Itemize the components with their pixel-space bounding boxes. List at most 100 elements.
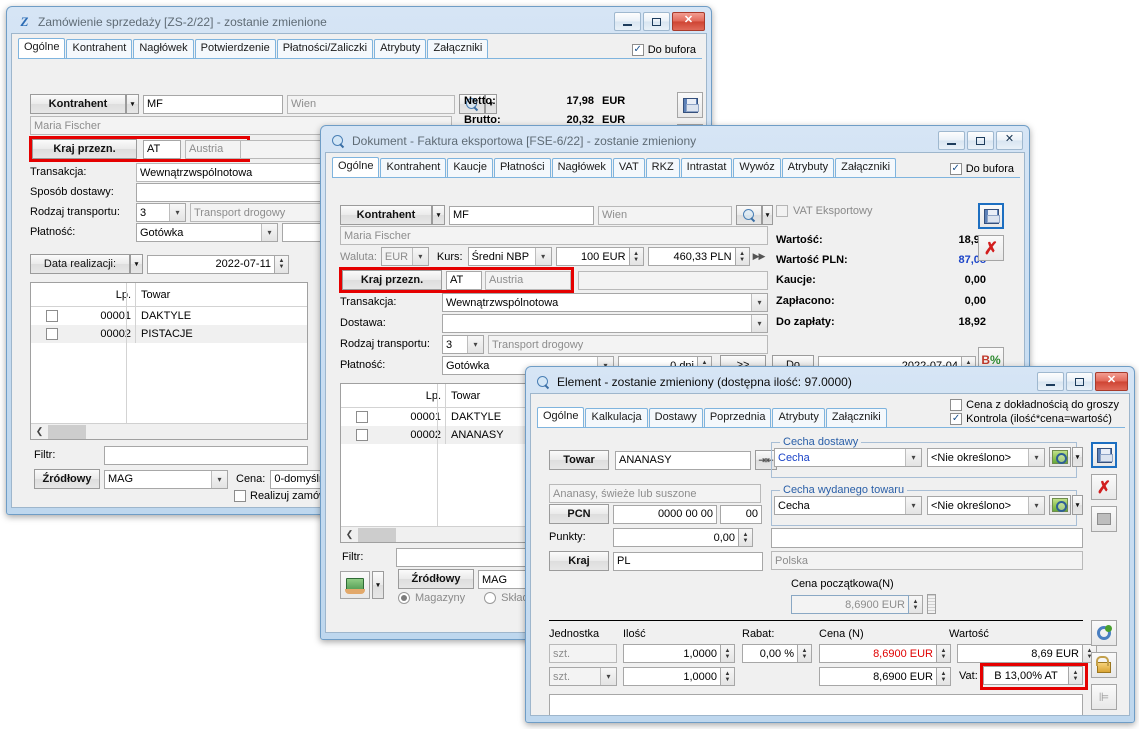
- kraj-przezn-button-w2[interactable]: Kraj przezn.: [342, 270, 442, 290]
- minimize-button[interactable]: [1037, 372, 1064, 391]
- cena-poczatkowa-input[interactable]: 8,6900 EUR: [791, 595, 909, 614]
- cena-input-2[interactable]: 8,6900 EUR: [819, 667, 937, 686]
- vat-eksportowy-checkbox[interactable]: VAT Eksportowy: [776, 205, 872, 217]
- tab-ogolne[interactable]: Ogólne: [537, 407, 585, 427]
- maximize-button[interactable]: [1066, 372, 1093, 391]
- prices-button[interactable]: [340, 571, 370, 599]
- cena-input-1[interactable]: 8,6900 EUR: [819, 644, 937, 663]
- cecha-wydanego-value-select[interactable]: <Nie określono> ▾: [927, 496, 1045, 515]
- tab-wywoz[interactable]: Wywóz: [733, 158, 781, 177]
- kontrahent-button[interactable]: Kontrahent: [30, 94, 126, 114]
- minimize-button[interactable]: [614, 12, 641, 31]
- prices-dropdown-button[interactable]: ▾: [372, 571, 384, 599]
- kraj-name-input-w3[interactable]: Polska: [771, 551, 1083, 570]
- waluta-select[interactable]: EUR ▾: [380, 247, 429, 266]
- minimize-button[interactable]: [938, 131, 965, 150]
- close-button[interactable]: ✕: [1095, 372, 1128, 391]
- kontrahent-search-button-w2[interactable]: [736, 205, 762, 225]
- scroll-left-icon[interactable]: ❮: [341, 529, 358, 540]
- precision-options[interactable]: Cena z dokładnością do groszy ✓ Kontrola…: [950, 398, 1125, 427]
- close-button[interactable]: ✕: [672, 12, 705, 31]
- kurs-amount-spinner[interactable]: ▲ ▼: [629, 247, 644, 266]
- ilosc-input-1[interactable]: 1,0000: [623, 644, 721, 663]
- kraj-przezn-code-input-w2[interactable]: AT: [446, 270, 482, 290]
- sklady-radio-icon[interactable]: [484, 592, 497, 604]
- kontrahent-dropdown-button[interactable]: ▾: [126, 94, 139, 114]
- kontrahent-city-input-w2[interactable]: Wien: [598, 205, 732, 225]
- kontrahent-code-input-w2[interactable]: MF: [449, 205, 594, 225]
- cena-groszy-checkbox[interactable]: Cena z dokładnością do groszy: [950, 398, 1119, 412]
- kraj-przezn-name-input-w2[interactable]: Austria: [485, 270, 571, 290]
- dostawa-select-w2[interactable]: ▾: [442, 314, 768, 333]
- row-checkbox[interactable]: [356, 429, 368, 441]
- grip-handle[interactable]: [927, 594, 936, 614]
- tab-naglowek[interactable]: Nagłówek: [133, 39, 194, 58]
- transakcja-select-w2[interactable]: Wewnątrzwspólnotowa ▾: [442, 293, 768, 312]
- save-button-w2[interactable]: [978, 203, 1004, 229]
- cecha-dostawy-name-select[interactable]: Cecha ▾: [774, 448, 922, 467]
- tab-dostawy[interactable]: Dostawy: [648, 408, 703, 427]
- window2-toolbar[interactable]: ✗ B%: [978, 203, 1004, 373]
- rodzaj-transportu-code[interactable]: 3 ▾: [136, 203, 186, 222]
- kurs-type-select[interactable]: Średni NBP ▾: [467, 247, 552, 266]
- window1-tabs[interactable]: Ogólne Kontrahent Nagłówek Potwierdzenie…: [12, 34, 706, 58]
- pcn-button[interactable]: PCN: [549, 504, 609, 524]
- maximize-button[interactable]: [967, 131, 994, 150]
- save-button-w1[interactable]: [677, 92, 703, 118]
- notes-input[interactable]: [771, 528, 1083, 548]
- punkty-spinner[interactable]: ▲ ▼: [739, 528, 753, 547]
- table-row[interactable]: 00002 PISTACJE: [31, 325, 307, 343]
- history-button-w3[interactable]: [1091, 506, 1117, 532]
- tab-ogolne[interactable]: Ogólne: [332, 157, 380, 177]
- tab-potwierdzenie[interactable]: Potwierdzenie: [194, 39, 276, 58]
- kraj-przezn-extra-input-w2[interactable]: [578, 271, 768, 290]
- cecha-dostawy-search-button[interactable]: [1049, 447, 1071, 467]
- tab-ogolne[interactable]: Ogólne: [18, 38, 66, 58]
- cena-poczatkowa-spinner[interactable]: ▲ ▼: [909, 595, 923, 614]
- jednostka-select-2[interactable]: szt. ▾: [549, 667, 617, 686]
- kraj-przezn-name-input[interactable]: Austria: [185, 139, 247, 159]
- data-realizacji-button[interactable]: Data realizacji:: [30, 254, 130, 274]
- window-element[interactable]: Element - zostanie zmieniony (dostępna i…: [525, 366, 1135, 723]
- data-realizacji-value[interactable]: 2022-07-11: [147, 254, 275, 274]
- cancel-button-w2[interactable]: ✗: [978, 235, 1004, 261]
- cancel-button-w3[interactable]: ✗: [1091, 474, 1117, 500]
- rabat-input[interactable]: 0,00 %: [742, 644, 798, 663]
- zrodlowy-button-w2[interactable]: Źródłowy: [398, 569, 474, 589]
- window3-toolbar[interactable]: ✗ ⊫: [1091, 442, 1117, 710]
- fast-forward-icon[interactable]: ▶▶: [753, 251, 766, 262]
- kraj-przezn-code-input[interactable]: AT: [143, 139, 181, 159]
- punkty-input[interactable]: 0,00: [613, 528, 739, 547]
- window3-titlebar[interactable]: Element - zostanie zmieniony (dostępna i…: [530, 371, 1130, 393]
- kurs-amount-input[interactable]: 100 EUR: [555, 247, 630, 266]
- bottom-blank-field[interactable]: [549, 694, 1083, 715]
- grid-hscrollbar-w1[interactable]: ❮: [31, 423, 307, 439]
- cecha-wydanego-options-button[interactable]: ▾: [1072, 495, 1083, 515]
- wartosc-input[interactable]: 8,69 EUR: [957, 644, 1083, 663]
- filtr-input-w1[interactable]: [104, 446, 308, 465]
- cena-spinner-2[interactable]: ▲ ▼: [937, 667, 951, 686]
- kraj-button-w3[interactable]: Kraj: [549, 551, 609, 571]
- scrollbar-thumb[interactable]: [358, 527, 396, 542]
- rodzaj-transportu-name-w2[interactable]: Transport drogowy: [488, 335, 768, 354]
- cecha-wydanego-search-button[interactable]: [1049, 495, 1071, 515]
- tab-zalaczniki[interactable]: Załączniki: [825, 408, 887, 427]
- cecha-dostawy-value-select[interactable]: <Nie określono> ▾: [927, 448, 1045, 467]
- window1-controls[interactable]: ✕: [614, 12, 705, 31]
- settings-button-w3[interactable]: [1091, 620, 1117, 646]
- tab-atrybuty[interactable]: Atrybuty: [781, 158, 835, 177]
- tab-kontrahent[interactable]: Kontrahent: [380, 158, 447, 177]
- row-checkbox[interactable]: [356, 411, 368, 423]
- save-button-w3[interactable]: [1091, 442, 1117, 468]
- kontrahent-search-options-button-w2[interactable]: ▾: [762, 205, 773, 225]
- cena-spinner-1[interactable]: ▲ ▼: [937, 644, 951, 663]
- zrodlowy-button-w1[interactable]: Źródłowy: [34, 469, 100, 489]
- ilosc-input-2[interactable]: 1,0000: [623, 667, 721, 686]
- rodzaj-transportu-code-w2[interactable]: 3 ▾: [442, 335, 484, 354]
- tab-intrastat[interactable]: Intrastat: [680, 158, 733, 177]
- kontrola-checkbox[interactable]: ✓ Kontrola (ilość*cena=wartość): [950, 412, 1119, 426]
- ilosc-spinner-2[interactable]: ▲ ▼: [721, 667, 735, 686]
- kurs-pln-input[interactable]: 460,33 PLN: [647, 247, 736, 266]
- kontrahent-dropdown-button-w2[interactable]: ▾: [432, 205, 445, 225]
- tab-platnosci-zaliczki[interactable]: Płatności/Zaliczki: [276, 39, 374, 58]
